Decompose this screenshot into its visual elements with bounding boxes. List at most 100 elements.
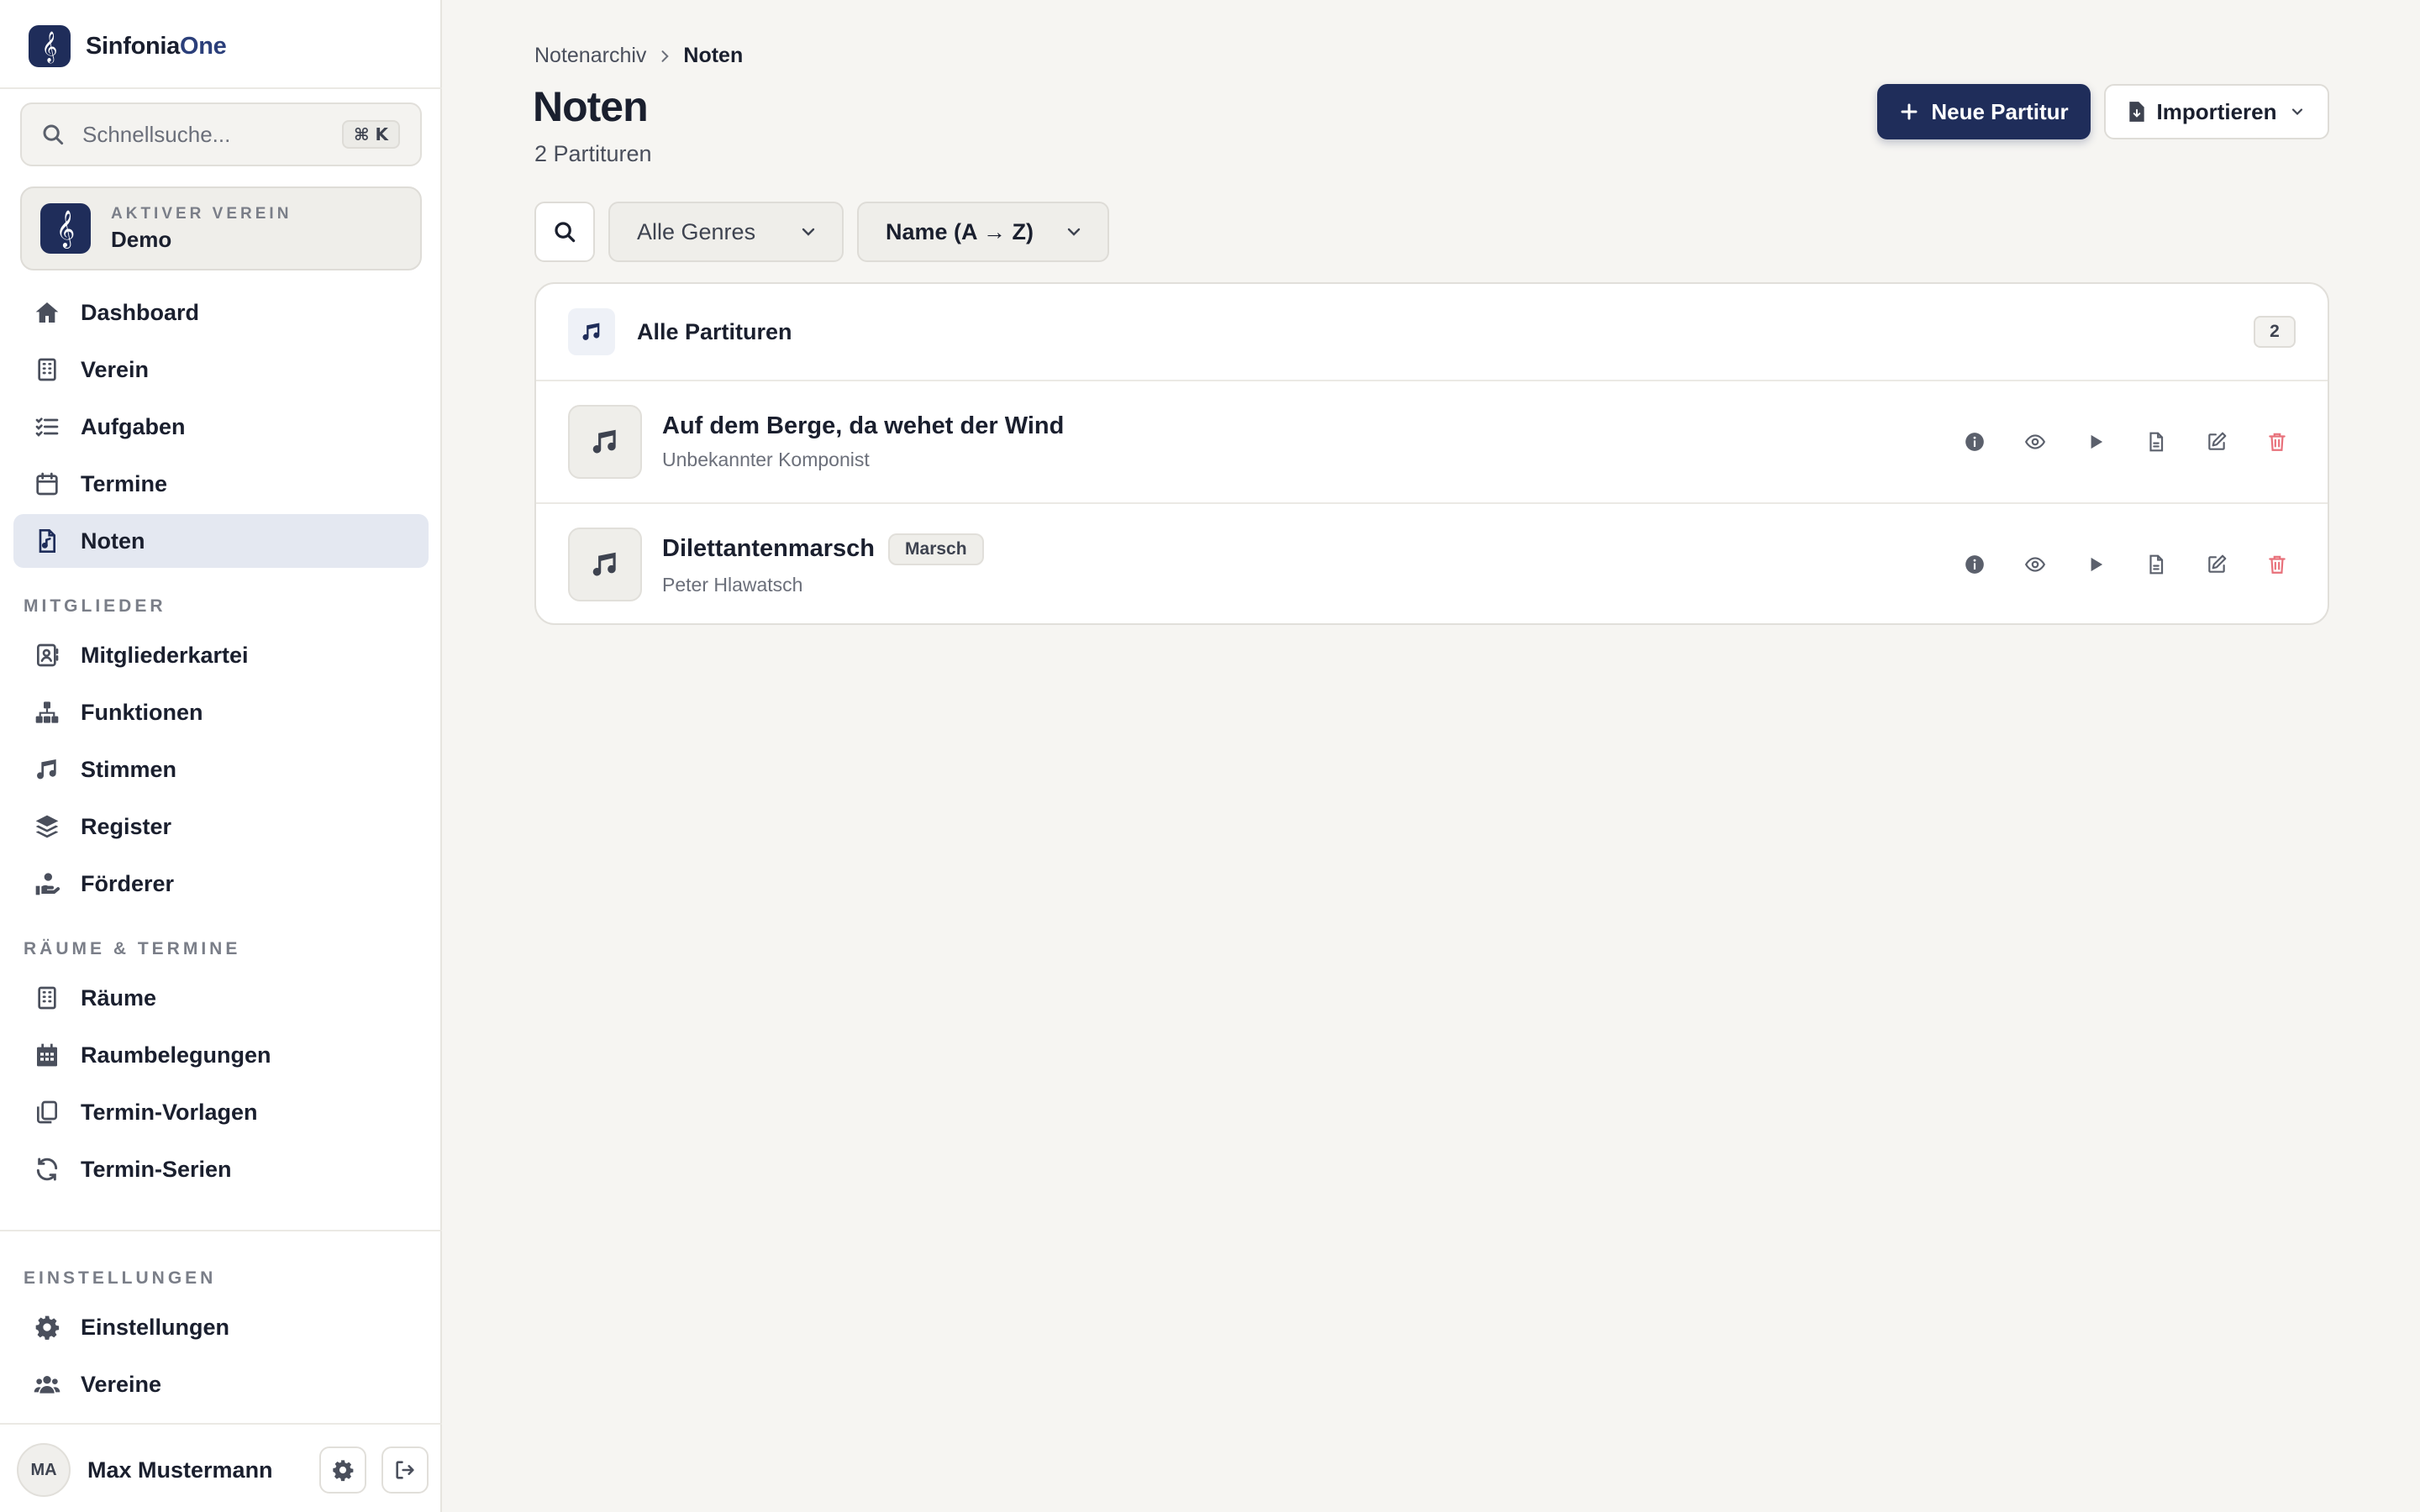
row-actions: [1931, 548, 2294, 581]
score-composer: Unbekannter Komponist: [662, 449, 870, 470]
users-icon: [32, 1369, 62, 1399]
eye-icon: [2024, 434, 2046, 449]
play-button[interactable]: [2079, 548, 2112, 581]
shortcut-hint: ⌘ K: [341, 120, 400, 149]
gear-icon: [333, 1460, 354, 1482]
user-settings-button[interactable]: [319, 1446, 366, 1494]
building-icon: [32, 354, 62, 385]
sidebar-item-raeume[interactable]: Räume: [13, 971, 429, 1025]
sidebar-item-register[interactable]: Register: [13, 800, 429, 853]
sidebar-item-label: Räume: [81, 984, 157, 1011]
sidebar-item-termine[interactable]: Termine: [13, 457, 429, 511]
edit-button[interactable]: [2200, 548, 2233, 581]
new-score-button[interactable]: Neue Partitur: [1877, 84, 2091, 139]
score-title[interactable]: Auf dem Berge, da wehet der Wind: [662, 412, 1064, 440]
sidebar-item-foerderer[interactable]: Förderer: [13, 857, 429, 911]
sidebar-item-termin-serien[interactable]: Termin-Serien: [13, 1142, 429, 1196]
sidebar-item-label: Aufgaben: [81, 413, 186, 439]
search-placeholder: Schnellsuche...: [82, 121, 231, 147]
pdf-button[interactable]: [2139, 548, 2173, 581]
chevron-down-icon: [1067, 228, 1081, 236]
sidebar: 𝄞 SinfoniaOne Schnellsuche... ⌘ K 𝄞 AKTI…: [0, 0, 442, 1512]
sidebar-item-label: Funktionen: [81, 699, 203, 725]
sidebar-item-label: Dashboard: [81, 299, 200, 325]
gear-icon: [32, 1312, 62, 1342]
chevron-down-icon: [2291, 108, 2302, 116]
section-label-settings: EINSTELLUNGEN: [24, 1268, 217, 1288]
breadcrumb: Notenarchiv Noten: [534, 44, 743, 68]
edit-icon: [2208, 554, 2227, 573]
sidebar-item-vereine[interactable]: Vereine: [13, 1357, 429, 1411]
sidebar-item-noten[interactable]: Noten: [13, 514, 429, 568]
tasks-icon: [32, 412, 62, 442]
list-title: Alle Partituren: [637, 318, 792, 344]
sidebar-item-label: Register: [81, 813, 172, 839]
copy-icon: [32, 1097, 62, 1127]
new-score-label: Neue Partitur: [1931, 98, 2069, 124]
sort-value: Name (A → Z): [886, 218, 1034, 244]
chevron-down-icon: [802, 228, 815, 236]
quick-search-input[interactable]: Schnellsuche... ⌘ K: [20, 102, 422, 166]
sidebar-item-einstellungen[interactable]: Einstellungen: [13, 1300, 429, 1354]
score-title[interactable]: Dilettantenmarsch: [662, 535, 875, 563]
sidebar-item-label: Förderer: [81, 870, 175, 896]
info-button[interactable]: [1958, 548, 1991, 581]
sidebar-item-label: Verein: [81, 356, 150, 382]
filter-search-button[interactable]: [534, 202, 595, 262]
sidebar-item-aufgaben[interactable]: Aufgaben: [13, 400, 429, 454]
pdf-button[interactable]: [2139, 425, 2173, 459]
logout-button[interactable]: [381, 1446, 429, 1494]
sidebar-item-raumbelegungen[interactable]: Raumbelegungen: [13, 1028, 429, 1082]
music-note-icon: [568, 528, 642, 601]
avatar[interactable]: MA: [17, 1443, 71, 1497]
info-icon: [1965, 433, 1984, 451]
sidebar-item-label: Termine: [81, 470, 168, 496]
logout-icon: [396, 1461, 414, 1479]
play-button[interactable]: [2079, 425, 2112, 459]
edit-icon: [2208, 432, 2227, 450]
sidebar-item-label: Termin-Serien: [81, 1156, 232, 1182]
eye-icon: [2024, 557, 2046, 572]
import-button[interactable]: Importieren: [2104, 84, 2329, 139]
user-name: Max Mustermann: [87, 1457, 273, 1483]
trash-icon: [2269, 555, 2286, 574]
divider: [0, 87, 442, 89]
user-profile: MA Max Mustermann: [17, 1443, 429, 1497]
score-composer: Peter Hlawatsch: [662, 573, 803, 596]
club-label: AKTIVER VEREIN: [111, 204, 292, 223]
sort-select[interactable]: Name (A → Z): [857, 202, 1109, 262]
page-title: Noten: [533, 83, 649, 130]
sidebar-item-dashboard[interactable]: Dashboard: [13, 286, 429, 339]
list-item[interactable]: Auf dem Berge, da wehet der Wind Unbekan…: [536, 380, 2328, 502]
sidebar-item-label: Einstellungen: [81, 1314, 230, 1340]
chevron-right-icon: [661, 50, 670, 62]
view-button[interactable]: [2018, 548, 2052, 581]
sidebar-item-label: Stimmen: [81, 756, 177, 782]
home-icon: [32, 297, 62, 328]
breadcrumb-link-notenarchiv[interactable]: Notenarchiv: [534, 44, 646, 68]
sidebar-item-stimmen[interactable]: Stimmen: [13, 743, 429, 796]
genre-filter-select[interactable]: Alle Genres: [608, 202, 844, 262]
sidebar-item-termin-vorlagen[interactable]: Termin-Vorlagen: [13, 1085, 429, 1139]
info-button[interactable]: [1958, 425, 1991, 459]
delete-button[interactable]: [2260, 425, 2294, 459]
treble-clef-logo-icon: 𝄞: [29, 25, 71, 67]
breadcrumb-current: Noten: [683, 44, 744, 67]
app-name: SinfoniaOne: [86, 32, 227, 60]
view-button[interactable]: [2018, 425, 2052, 459]
brand[interactable]: 𝄞 SinfoniaOne: [29, 25, 227, 67]
edit-button[interactable]: [2200, 425, 2233, 459]
active-club-switcher[interactable]: 𝄞 AKTIVER VEREIN Demo: [20, 186, 422, 270]
import-label: Importieren: [2156, 98, 2277, 124]
sidebar-item-mitgliederkartei[interactable]: Mitgliederkartei: [13, 628, 429, 682]
delete-button[interactable]: [2260, 548, 2294, 581]
list-item[interactable]: Dilettantenmarsch Marsch Peter Hlawatsch: [536, 502, 2328, 623]
contact-card-icon: [32, 640, 62, 670]
play-icon: [2091, 557, 2103, 572]
sidebar-item-funktionen[interactable]: Funktionen: [13, 685, 429, 739]
sidebar-item-verein[interactable]: Verein: [13, 343, 429, 396]
section-label-rooms: RÄUME & TERMINE: [24, 939, 241, 958]
info-icon: [1965, 555, 1984, 574]
sidebar-item-label: Mitgliederkartei: [81, 642, 249, 668]
list-header: Alle Partituren 2: [536, 284, 2328, 380]
